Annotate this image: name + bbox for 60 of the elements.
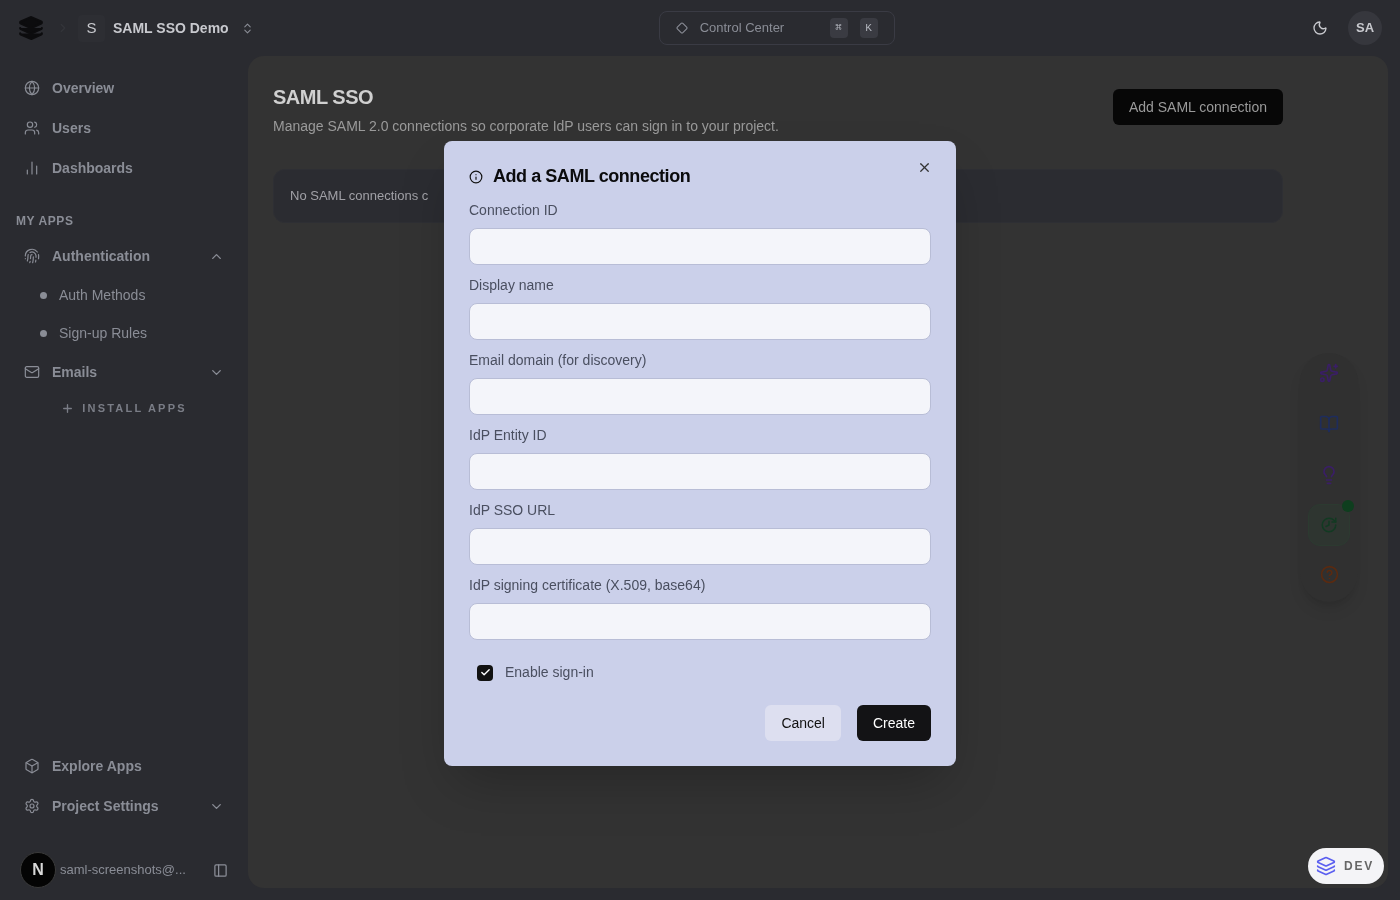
book-icon[interactable] <box>1319 414 1339 434</box>
checkbox-label: Enable sign-in <box>505 663 594 682</box>
create-button[interactable]: Create <box>856 705 931 741</box>
cube-icon <box>24 758 40 774</box>
field-label: IdP Entity ID <box>469 426 548 445</box>
checkbox[interactable] <box>477 664 493 681</box>
user-avatar[interactable]: N <box>20 852 56 888</box>
add-connection-button[interactable]: Add SAML connection <box>1113 89 1283 125</box>
user-email: saml-screenshots@... <box>60 861 187 880</box>
input-field[interactable] <box>469 378 931 415</box>
globe-icon <box>24 80 40 96</box>
input-field[interactable] <box>469 453 931 490</box>
logo-icon[interactable] <box>18 15 44 41</box>
field-label: Connection ID <box>469 201 559 220</box>
plus-icon <box>61 401 75 415</box>
bullet-icon <box>40 291 47 299</box>
sparkles-icon[interactable] <box>1319 363 1339 383</box>
help-icon[interactable] <box>1319 565 1339 584</box>
fingerprint-icon <box>24 248 40 264</box>
moon-icon[interactable] <box>1312 20 1328 36</box>
sidebar-item[interactable]: Users <box>12 108 236 148</box>
shortcut-key: K <box>859 18 878 38</box>
sidebar-item[interactable]: Dashboards <box>12 148 236 188</box>
input-field[interactable] <box>469 303 931 340</box>
user-avatar[interactable]: SA <box>1348 11 1382 45</box>
sidebar-item[interactable]: Explore Apps <box>12 746 236 786</box>
section-heading: MY APPS <box>16 214 74 228</box>
cancel-button[interactable]: Cancel <box>765 705 841 741</box>
check-icon <box>479 667 491 678</box>
field-label: Email domain (for discovery) <box>469 351 648 370</box>
control-center-button[interactable]: Control Center ⌘ K <box>658 11 895 45</box>
shortcut-key: ⌘ <box>829 18 848 38</box>
bar-chart-icon <box>24 160 40 176</box>
project-name[interactable]: SAML SSO Demo <box>113 17 229 39</box>
page-title: SAML SSO <box>273 85 375 110</box>
sidebar-toggle-icon[interactable] <box>213 862 228 878</box>
input-field[interactable] <box>469 228 931 265</box>
sidebar-item[interactable]: Emails <box>12 352 236 392</box>
users-icon <box>24 120 40 136</box>
diamond-icon <box>675 22 688 34</box>
sidebar-subitem[interactable]: Auth Methods <box>36 276 236 314</box>
sidebar-item[interactable]: Project Settings <box>12 786 236 826</box>
dev-badge[interactable]: DEV <box>1308 848 1384 884</box>
bullet-icon <box>40 329 47 337</box>
input-field[interactable] <box>469 603 931 640</box>
field-label: Display name <box>469 276 555 295</box>
field-label: IdP signing certificate (X.509, base64) <box>469 576 707 595</box>
info-icon <box>469 169 483 184</box>
logo-icon <box>1316 856 1336 876</box>
page-subtitle: Manage SAML 2.0 connections so corporate IdP users can sign in to your project. <box>273 117 780 136</box>
sidebar-subitem[interactable]: Sign-up Rules <box>36 314 236 352</box>
sidebar-item[interactable]: Overview <box>12 68 236 108</box>
history-icon <box>1320 516 1338 534</box>
install-apps-button[interactable]: INSTALL APPS <box>53 396 195 421</box>
settings-icon <box>24 798 40 814</box>
sidebar-item[interactable]: Authentication <box>12 236 236 276</box>
input-field[interactable] <box>469 528 931 565</box>
field-label: IdP SSO URL <box>469 501 557 520</box>
mail-icon <box>24 364 40 380</box>
close-icon[interactable] <box>917 160 932 175</box>
